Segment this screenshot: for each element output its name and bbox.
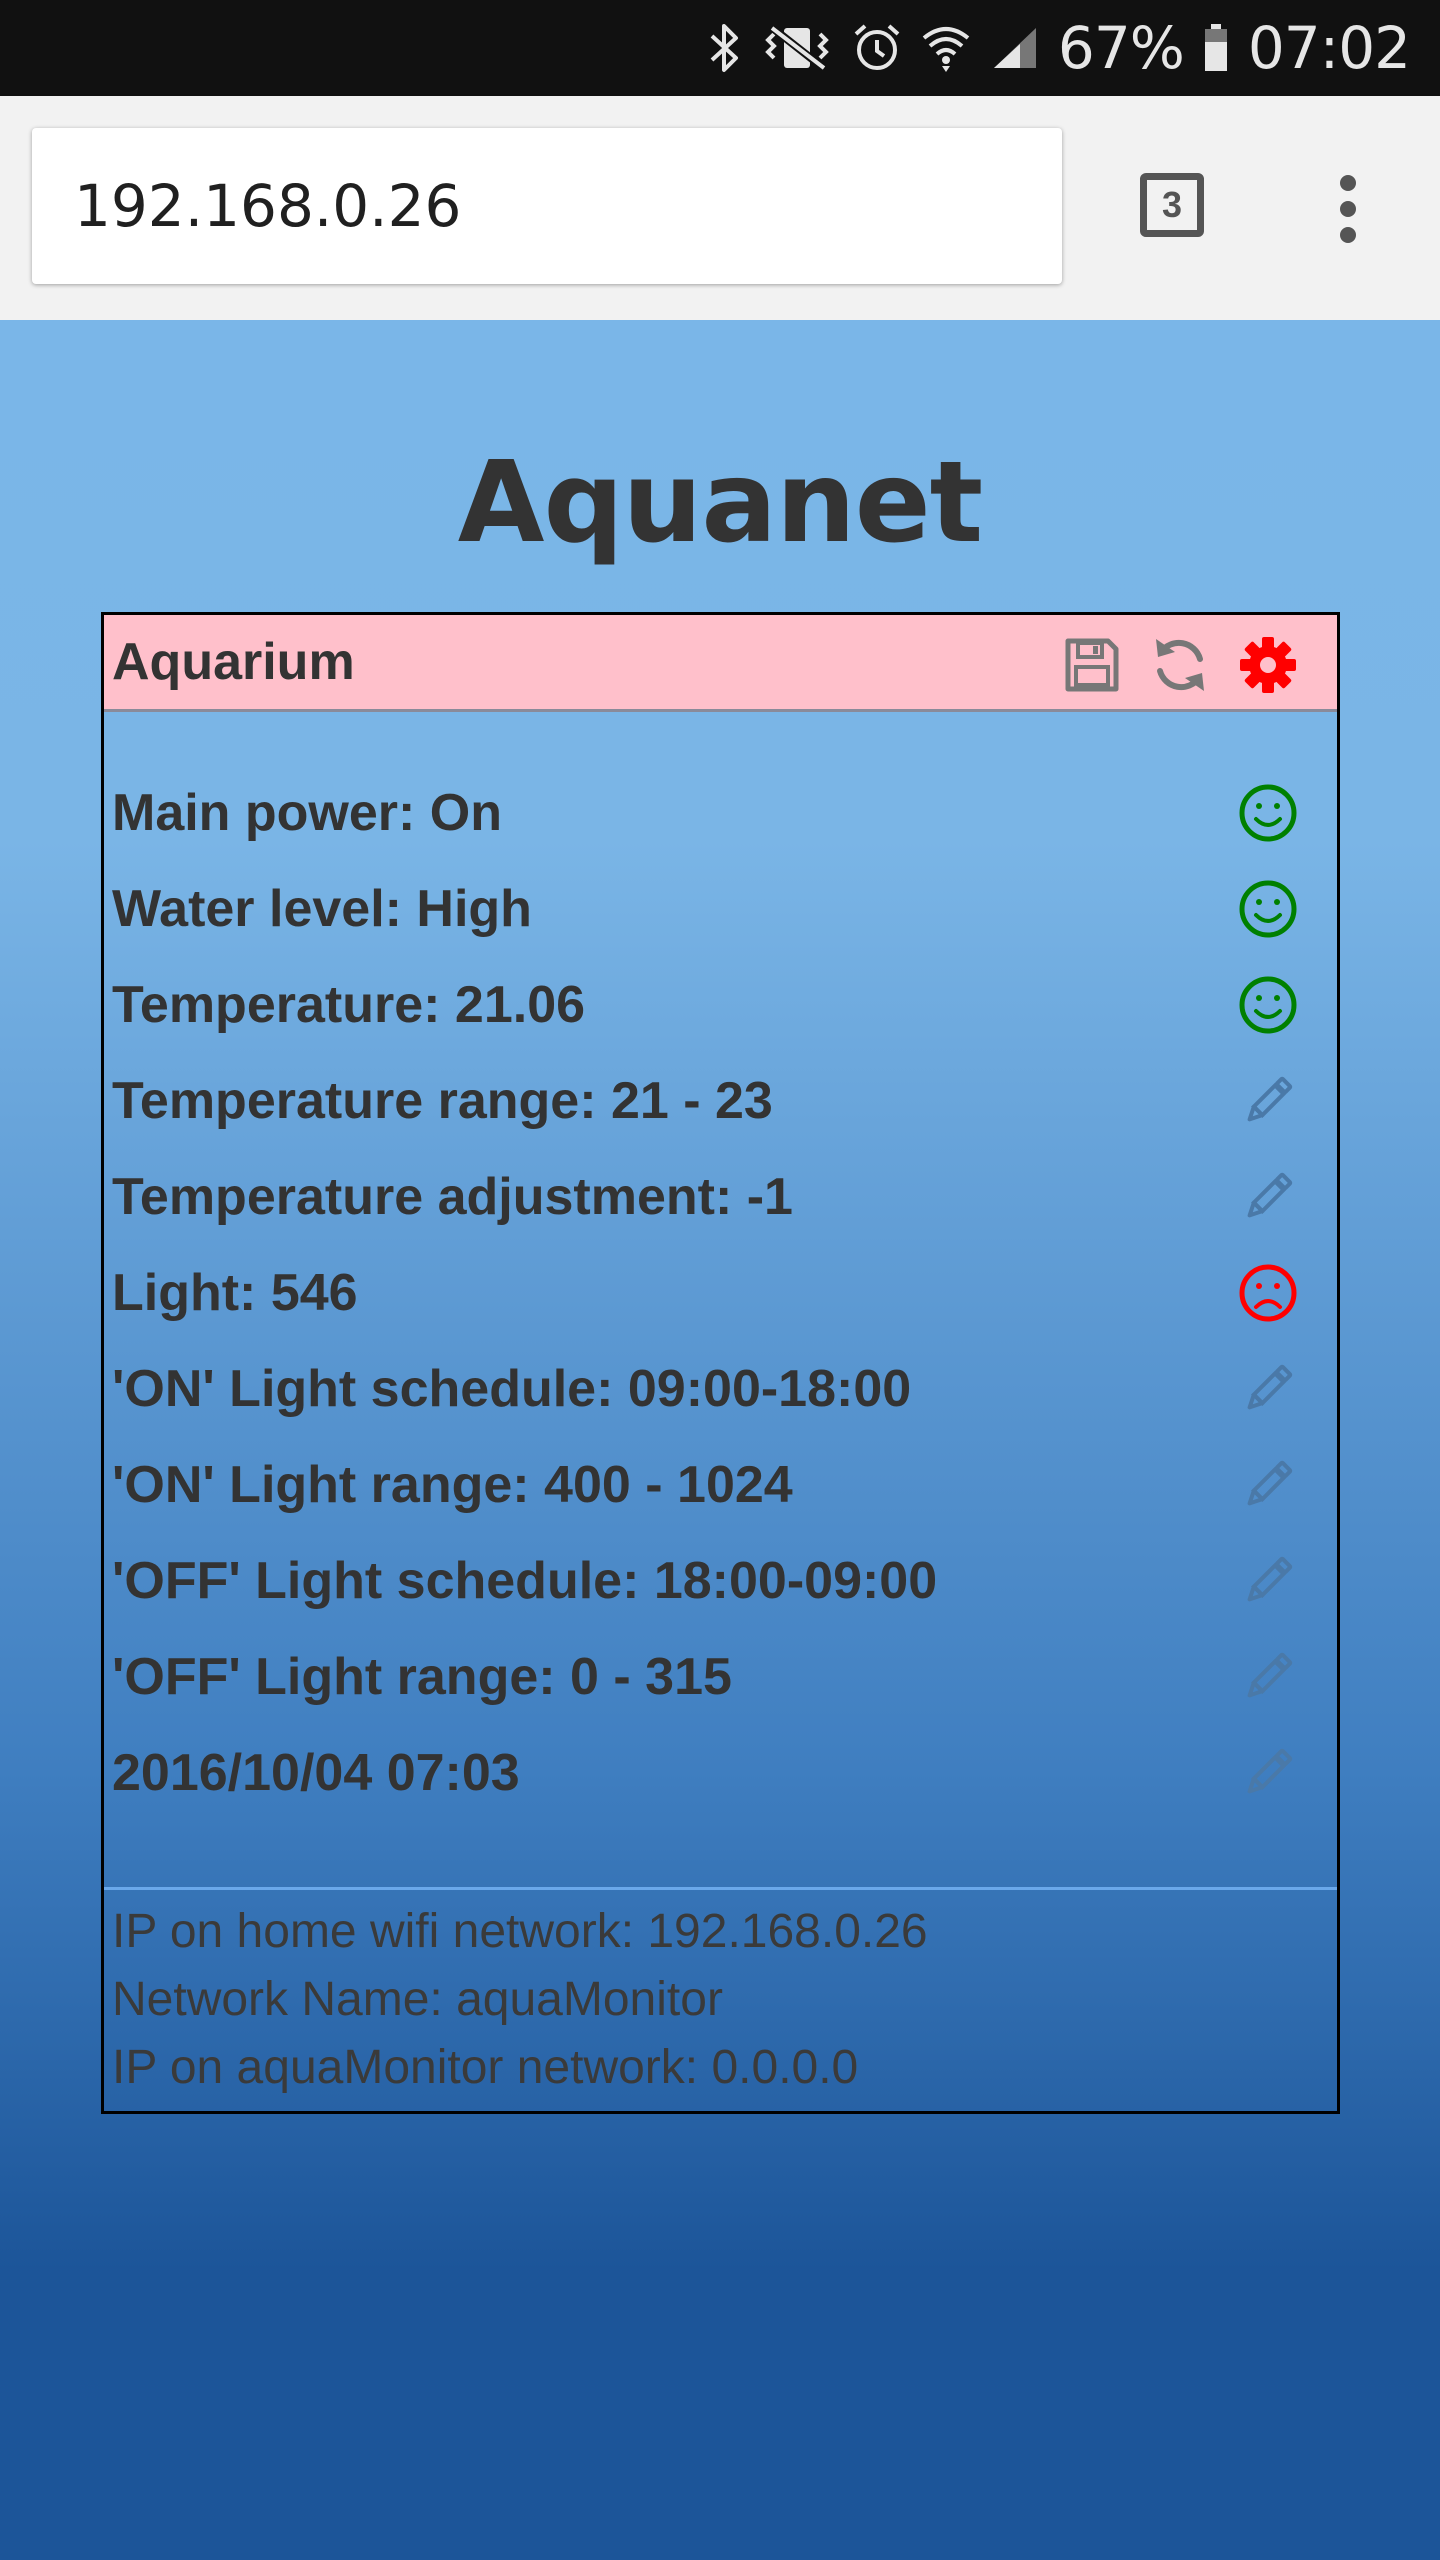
status-row: 'ON' Light schedule: 09:00-18:00 [104,1341,1337,1437]
battery-percent: 67% [1057,14,1185,82]
pencil-icon[interactable] [1238,1743,1298,1803]
refresh-icon[interactable] [1150,635,1210,695]
web-page: Aquanet Aquarium Main power: On Water le… [0,320,1440,2560]
status-row-label: 'ON' Light schedule: 09:00-18:00 [112,1360,912,1418]
network-info-line: Network Name: aquaMonitor [112,1973,723,2026]
save-icon[interactable] [1062,635,1122,695]
status-row-label: 2016/10/04 07:03 [112,1744,520,1802]
status-row: Temperature adjustment: -1 [104,1149,1337,1245]
pencil-icon[interactable] [1238,1167,1298,1227]
divider [104,1887,1337,1890]
sad-face-icon [1238,1263,1298,1323]
network-info-line: IP on home wifi network: 192.168.0.26 [112,1905,928,1958]
address-bar-url[interactable]: 192.168.0.26 [74,128,461,284]
status-row: Water level: High [104,861,1337,957]
status-row-label: Temperature: 21.06 [112,976,586,1034]
happy-face-icon [1238,975,1298,1035]
pencil-icon[interactable] [1238,1455,1298,1515]
status-row: Main power: On [104,765,1337,861]
status-row-label: Water level: High [112,880,532,938]
status-row: 'OFF' Light range: 0 - 315 [104,1629,1337,1725]
bluetooth-icon [706,20,742,76]
address-bar[interactable]: 192.168.0.26 [32,128,1062,284]
status-row-label: 'OFF' Light range: 0 - 315 [112,1648,732,1706]
browser-toolbar: 192.168.0.26 3 [0,96,1440,320]
status-row-label: Temperature range: 21 - 23 [112,1072,773,1130]
pencil-icon[interactable] [1238,1647,1298,1707]
overflow-menu-button[interactable] [1330,175,1366,247]
status-row-label: Temperature adjustment: -1 [112,1168,793,1226]
network-info-line: IP on aquaMonitor network: 0.0.0.0 [112,2041,859,2094]
pencil-icon[interactable] [1238,1359,1298,1419]
status-row: Temperature range: 21 - 23 [104,1053,1337,1149]
page-title: Aquanet [457,438,983,568]
alarm-icon [852,20,902,76]
status-row-label: Main power: On [112,784,502,842]
clock: 07:02 [1247,14,1411,82]
status-row: 'ON' Light range: 400 - 1024 [104,1437,1337,1533]
network-info: IP on home wifi network: 192.168.0.26 Net… [112,1898,928,2102]
status-row: 2016/10/04 07:03 [104,1725,1337,1821]
aquarium-panel: Aquarium Main power: On Water level: Hig… [101,612,1340,2114]
status-row: Temperature: 21.06 [104,957,1337,1053]
settings-gear-icon[interactable] [1238,635,1298,695]
vibrate-icon [760,20,834,76]
wifi-icon [920,20,972,76]
panel-header: Aquarium [104,615,1337,712]
status-row: 'OFF' Light schedule: 18:00-09:00 [104,1533,1337,1629]
status-bar: 67% 07:02 [0,0,1440,96]
status-row: Light: 546 [104,1245,1337,1341]
signal-icon [990,20,1040,76]
happy-face-icon [1238,879,1298,939]
happy-face-icon [1238,783,1298,843]
status-row-label: Light: 546 [112,1264,358,1322]
pencil-icon[interactable] [1238,1551,1298,1611]
tab-switcher-button[interactable]: 3 [1140,173,1204,237]
status-list: Main power: On Water level: High Temperatu… [104,765,1337,1821]
status-row-label: 'ON' Light range: 400 - 1024 [112,1456,793,1514]
panel-title: Aquarium [112,633,355,691]
pencil-icon[interactable] [1238,1071,1298,1131]
battery-icon [1202,20,1230,76]
status-row-label: 'OFF' Light schedule: 18:00-09:00 [112,1552,938,1610]
